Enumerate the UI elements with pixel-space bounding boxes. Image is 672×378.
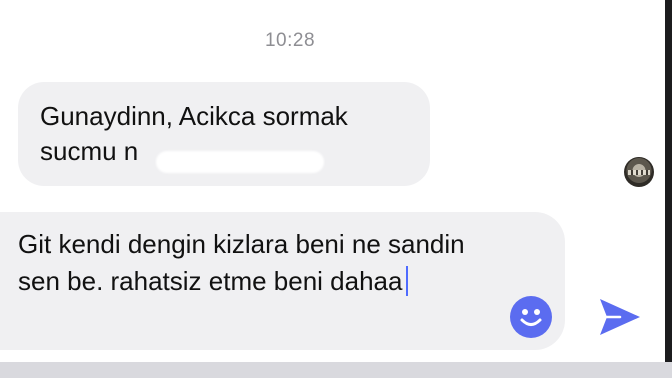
send-arrow-icon (600, 299, 640, 335)
keyboard-top-edge (0, 362, 672, 378)
screen-edge (665, 0, 672, 378)
avatar-photo-detail (628, 170, 650, 175)
composer-content: Git kendi dengin kizlara beni ne sandin … (18, 226, 477, 300)
text-cursor (406, 266, 409, 296)
emoji-button[interactable] (510, 296, 552, 338)
incoming-message-bubble[interactable]: Gunaydinn, Acikca sormak sucmu n (18, 82, 430, 186)
send-button[interactable] (596, 295, 642, 339)
contact-avatar[interactable] (624, 157, 654, 187)
redaction-scribble (156, 151, 324, 173)
message-timestamp: 10:28 (264, 30, 316, 51)
composer-input-text[interactable]: Git kendi dengin kizlara beni ne sandin … (18, 229, 465, 296)
message-composer[interactable]: Git kendi dengin kizlara beni ne sandin … (0, 212, 565, 350)
smiley-face-icon (520, 309, 542, 326)
